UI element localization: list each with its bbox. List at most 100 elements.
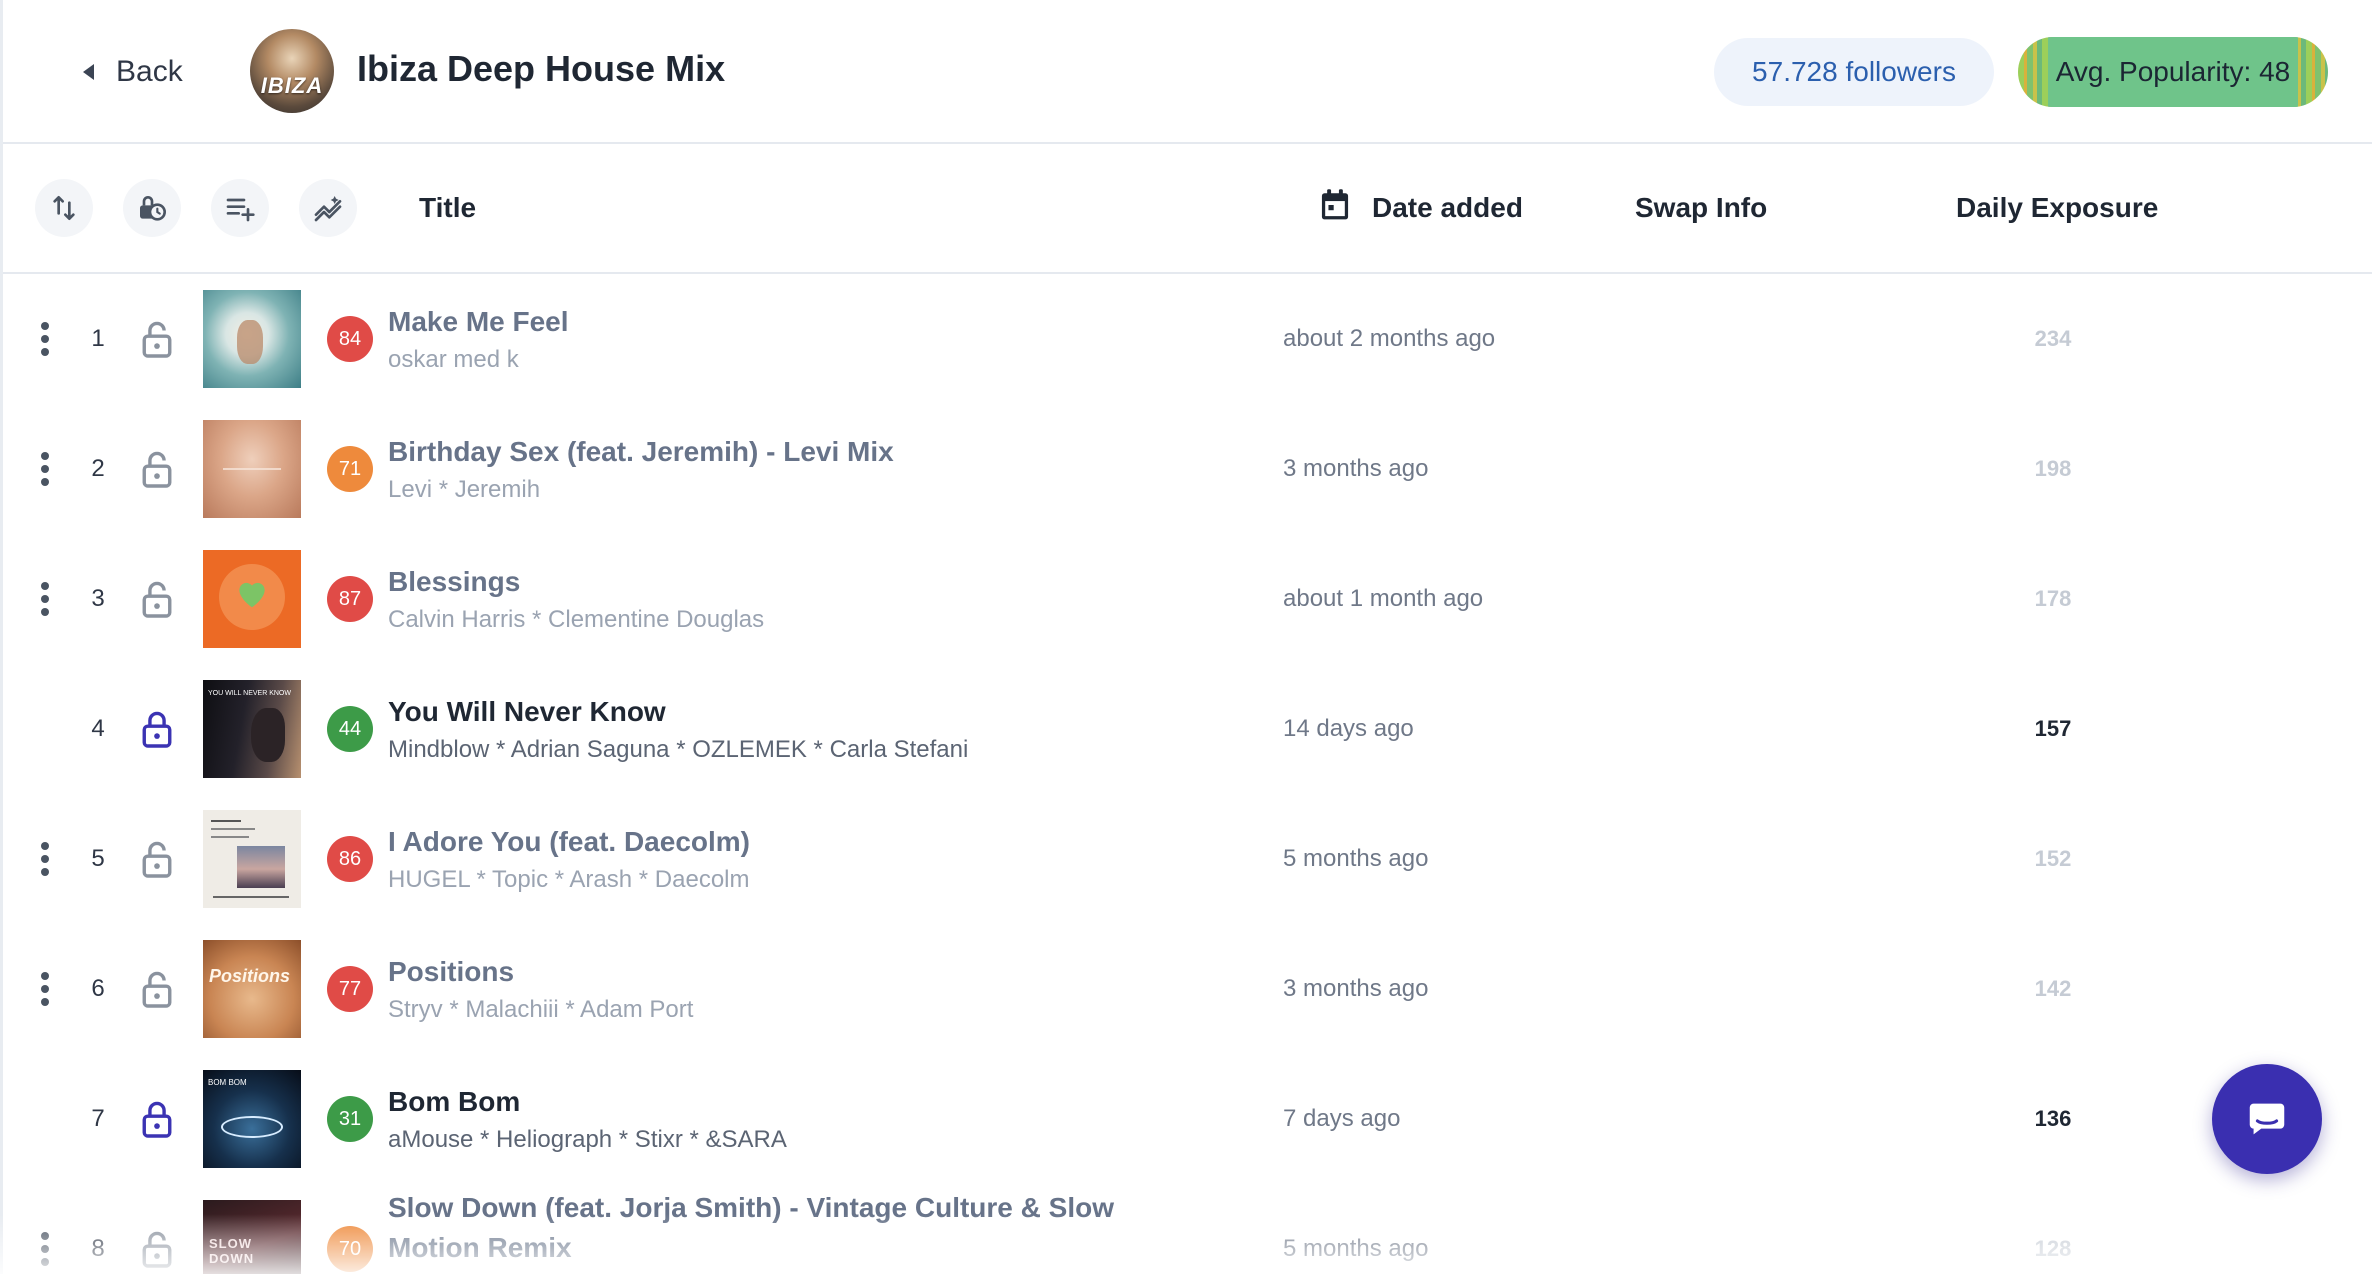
track-title[interactable]: I Adore You (feat. Daecolm) (388, 826, 750, 858)
lock-schedule-button[interactable] (123, 179, 181, 237)
track-title[interactable]: Birthday Sex (feat. Jeremih) - Levi Mix (388, 436, 894, 468)
lock-open-icon[interactable] (140, 579, 174, 619)
lock-closed-icon[interactable] (140, 1099, 174, 1139)
track-index: 1 (91, 325, 105, 352)
track-artists: Levi * Jeremih (388, 476, 541, 503)
column-title[interactable]: Title (419, 192, 476, 224)
date-added: 5 months ago (1283, 845, 1429, 872)
back-label: Back (116, 55, 183, 88)
track-row[interactable]: 8 SLOW DOWN 70 Slow Down (feat. Jorja Sm… (3, 1184, 2372, 1274)
track-title[interactable]: Positions (388, 956, 514, 988)
sort-button[interactable] (35, 179, 93, 237)
track-index: 7 (91, 1105, 105, 1132)
track-title[interactable]: Blessings (388, 566, 520, 598)
lock-open-icon[interactable] (140, 449, 174, 489)
date-added: 5 months ago (1283, 1235, 1429, 1262)
lock-open-icon[interactable] (140, 969, 174, 1009)
column-swap-info[interactable]: Swap Info (1635, 192, 1767, 224)
drag-handle-icon[interactable] (40, 322, 50, 356)
trend-icon (314, 196, 342, 222)
artwork-caption: BOM BOM (208, 1078, 247, 1087)
track-index: 5 (91, 845, 105, 872)
track-index: 4 (91, 715, 105, 742)
track-artists: Stryv * Malachiii * Adam Port (388, 996, 694, 1023)
track-row[interactable]: 3 87 Blessings Calvin Harris * Clementin… (3, 534, 2372, 664)
track-index: 3 (91, 585, 105, 612)
chat-bubble-icon (2249, 1103, 2285, 1135)
table-toolbar: Title Date added Swap Info Daily Exposur… (3, 144, 2372, 274)
popularity-badge: 86 (327, 836, 373, 882)
popularity-badge: 70 (327, 1226, 373, 1272)
track-row[interactable]: 6 Positions 77 Positions Stryv * Malachi… (3, 924, 2372, 1054)
date-added: about 2 months ago (1283, 325, 1496, 352)
track-index: 2 (91, 455, 105, 482)
calendar-icon (1321, 189, 1349, 220)
playlist-page: Back IBIZA Ibiza Deep House Mix 57.728 f… (0, 0, 2372, 1274)
track-artwork (203, 550, 301, 648)
lock-open-icon[interactable] (140, 839, 174, 879)
track-row[interactable]: 4 YOU WILL NEVER KNOW 44 You Will Never … (3, 664, 2372, 794)
playlist-cover-text: IBIZA (260, 73, 324, 98)
daily-exposure: 157 (2034, 716, 2072, 741)
track-index: 8 (91, 1235, 105, 1262)
daily-exposure: 142 (2034, 976, 2072, 1001)
track-title[interactable]: You Will Never Know (388, 696, 666, 728)
daily-exposure: 136 (2034, 1106, 2072, 1131)
track-artists: aMouse * Heliograph * Stixr * &SARA (388, 1126, 787, 1153)
lock-closed-icon[interactable] (140, 709, 174, 749)
drag-handle-icon[interactable] (40, 972, 50, 1006)
lock-clock-icon (140, 196, 166, 221)
track-artwork (203, 290, 301, 388)
column-date-added[interactable]: Date added (1372, 192, 1523, 224)
lock-open-icon[interactable] (140, 1229, 174, 1269)
caret-left-icon (83, 64, 94, 80)
drag-handle-icon[interactable] (40, 582, 50, 616)
chat-button[interactable] (2212, 1064, 2322, 1174)
lock-open-icon[interactable] (140, 319, 174, 359)
track-title[interactable]: Bom Bom (388, 1086, 520, 1118)
popularity-badge: 44 (327, 706, 373, 752)
playlist-cover: IBIZA (250, 29, 334, 113)
track-artwork: Positions (203, 940, 301, 1038)
followers-badge: 57.728 followers (1714, 38, 1994, 106)
drag-handle-icon[interactable] (40, 1232, 50, 1266)
insights-button[interactable] (299, 179, 357, 237)
popularity-badge: 77 (327, 966, 373, 1012)
track-artwork (203, 420, 301, 518)
playlist-header: Back IBIZA Ibiza Deep House Mix 57.728 f… (3, 0, 2372, 144)
track-index: 6 (91, 975, 105, 1002)
popularity-badge: 84 (327, 316, 373, 362)
track-artists: Calvin Harris * Clementine Douglas (388, 606, 765, 633)
track-row[interactable]: 1 84 Make Me Feel oskar med k about 2 mo… (3, 274, 2372, 404)
date-added: 3 months ago (1283, 455, 1429, 482)
date-added: 14 days ago (1283, 715, 1414, 742)
track-row[interactable]: 2 71 Birthday Sex (feat. Jeremih) - Levi… (3, 404, 2372, 534)
back-button[interactable]: Back (83, 40, 183, 104)
daily-exposure: 152 (2034, 846, 2072, 871)
artwork-caption: YOU WILL NEVER KNOW (208, 690, 291, 697)
track-title[interactable]: Slow Down (feat. Jorja Smith) - Vintage … (388, 1188, 1128, 1268)
daily-exposure: 234 (2034, 326, 2072, 351)
track-artwork: BOM BOM (203, 1070, 301, 1168)
track-artwork: YOU WILL NEVER KNOW (203, 680, 301, 778)
track-artists: oskar med k (388, 346, 519, 373)
track-artwork: SLOW DOWN (203, 1200, 301, 1274)
playlist-title: Ibiza Deep House Mix (357, 48, 726, 89)
track-row[interactable]: 5 86 I Adore You (feat. Daecolm) HUGEL *… (3, 794, 2372, 924)
column-daily-exposure[interactable]: Daily Exposure (1956, 192, 2158, 224)
track-list: 1 84 Make Me Feel oskar med k about 2 mo… (3, 274, 2372, 1274)
track-row[interactable]: 7 BOM BOM 31 Bom Bom aMouse * Heliograph… (3, 1054, 2372, 1184)
track-title[interactable]: Make Me Feel (388, 306, 569, 338)
artwork-caption: Positions (209, 966, 291, 986)
popularity-badge: 87 (327, 576, 373, 622)
daily-exposure: 128 (2034, 1236, 2072, 1261)
daily-exposure: 198 (2034, 456, 2072, 481)
artwork-caption: SLOW DOWN (209, 1236, 255, 1266)
popularity-badge: 71 (327, 446, 373, 492)
track-artists: HUGEL * Topic * Arash * Daecolm (388, 866, 750, 893)
add-to-playlist-button[interactable] (211, 179, 269, 237)
drag-handle-icon[interactable] (40, 842, 50, 876)
drag-handle-icon[interactable] (40, 452, 50, 486)
sort-icon (53, 196, 75, 220)
daily-exposure: 178 (2034, 586, 2072, 611)
